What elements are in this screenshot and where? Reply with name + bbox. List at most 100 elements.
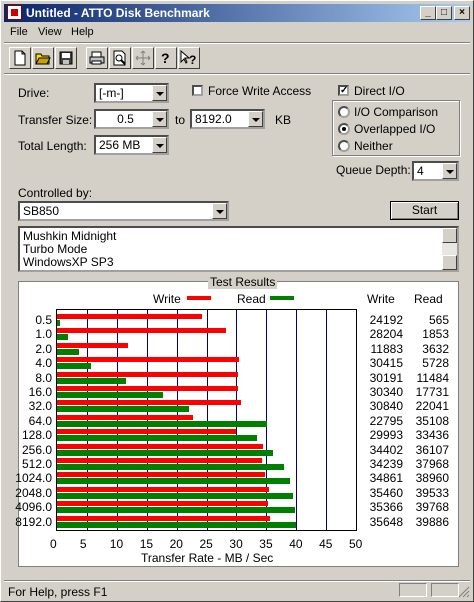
read-value: 38960 xyxy=(415,471,449,486)
scroll-up-arrow[interactable] xyxy=(442,228,457,243)
write-bar xyxy=(57,357,239,363)
io-comparison-label: I/O Comparison xyxy=(354,105,439,119)
x-tick-label: 10 xyxy=(109,537,124,551)
read-bar xyxy=(57,334,69,341)
read-bar xyxy=(57,406,189,413)
maximize-button[interactable]: □ xyxy=(436,6,452,20)
write-value: 28204 xyxy=(369,327,403,342)
x-tick-label: 0 xyxy=(50,537,57,551)
transfer-from-dropdown-arrow[interactable] xyxy=(152,111,167,127)
gridline xyxy=(296,310,298,530)
app-icon[interactable] xyxy=(7,5,22,20)
gridline xyxy=(326,310,328,530)
write-bar xyxy=(57,472,266,478)
write-value: 24192 xyxy=(369,313,403,327)
write-value: 35366 xyxy=(369,500,403,515)
write-bar xyxy=(57,486,270,492)
write-bar xyxy=(57,414,194,420)
to-label: to xyxy=(175,113,186,127)
read-bar xyxy=(57,492,294,499)
drive-label: Drive: xyxy=(18,86,50,100)
write-bar xyxy=(57,314,202,319)
x-tick-label: 45 xyxy=(319,537,333,551)
legend-write-swatch xyxy=(187,296,211,300)
description-line-3: WindowsXP SP3 xyxy=(23,255,114,269)
io-comparison-radio[interactable] xyxy=(338,106,350,118)
drive-dropdown-arrow[interactable] xyxy=(152,85,167,101)
open-button[interactable] xyxy=(32,47,54,69)
context-help-button[interactable]: ? xyxy=(178,47,200,69)
drive-select[interactable]: [-m-] xyxy=(94,83,169,103)
status-separator xyxy=(4,580,470,582)
close-button[interactable]: × xyxy=(454,6,470,20)
neither-label: Neither xyxy=(354,139,393,153)
write-bar xyxy=(57,515,271,521)
minimize-button[interactable]: _ xyxy=(420,6,436,20)
category-label: 1.0 xyxy=(35,327,52,342)
scroll-down-arrow[interactable] xyxy=(442,255,457,270)
queue-depth-dropdown-arrow[interactable] xyxy=(442,163,457,179)
read-bar xyxy=(57,507,295,514)
legend-read-swatch xyxy=(270,296,294,300)
open-folder-icon xyxy=(35,53,51,65)
controlled-by-dropdown-arrow[interactable] xyxy=(212,203,227,219)
direct-io-checkbox[interactable]: ✓ xyxy=(338,85,349,96)
transfer-size-to-select[interactable]: 8192.0 xyxy=(190,109,265,129)
write-bar xyxy=(57,342,129,348)
start-button[interactable]: Start xyxy=(390,201,459,220)
read-column-header: Read xyxy=(414,292,443,306)
queue-depth-value: 4 xyxy=(417,164,424,178)
read-value: 3632 xyxy=(422,341,449,356)
read-bar xyxy=(57,464,285,470)
read-bar xyxy=(57,478,290,485)
print-button[interactable] xyxy=(86,47,108,69)
description-textarea[interactable]: Mushkin Midnight Turbo Mode WindowsXP SP… xyxy=(18,226,459,272)
write-value: 35460 xyxy=(369,485,403,500)
queue-depth-select[interactable]: 4 xyxy=(412,161,459,181)
transfer-to-dropdown-arrow[interactable] xyxy=(248,111,263,127)
read-bar xyxy=(57,420,267,427)
menu-view[interactable]: View xyxy=(38,26,62,38)
new-button[interactable] xyxy=(9,47,31,69)
transfer-size-to-value: 8192.0 xyxy=(195,112,232,126)
application-window: Untitled - ATTO Disk Benchmark _ □ × Fil… xyxy=(0,0,474,602)
x-tick-label: 25 xyxy=(199,537,213,551)
description-scrollbar[interactable] xyxy=(442,228,457,270)
write-value: 22795 xyxy=(369,413,403,428)
total-length-dropdown-arrow[interactable] xyxy=(152,137,167,153)
save-button[interactable] xyxy=(55,47,77,69)
force-write-checkbox[interactable] xyxy=(192,85,203,96)
controlled-by-label: Controlled by: xyxy=(18,186,93,200)
menu-bar: File View Help xyxy=(4,23,470,41)
category-label: 1024.0 xyxy=(15,471,52,486)
description-line-2: Turbo Mode xyxy=(23,242,88,256)
controlled-by-select[interactable]: SB850 xyxy=(18,201,229,221)
save-disk-icon xyxy=(59,51,73,65)
menu-file[interactable]: File xyxy=(10,26,28,38)
menu-help[interactable]: Help xyxy=(71,26,94,38)
category-label: 128.0 xyxy=(21,428,52,443)
svg-text:?: ? xyxy=(161,50,170,66)
category-label: 0.5 xyxy=(35,313,52,327)
drive-value: [-m-] xyxy=(99,86,124,100)
neither-radio[interactable] xyxy=(338,140,350,152)
read-value: 17731 xyxy=(415,385,449,399)
print-preview-button[interactable] xyxy=(109,47,131,69)
resize-grip-icon[interactable] xyxy=(458,586,470,598)
write-value: 30840 xyxy=(369,399,403,414)
category-label: 64.0 xyxy=(28,413,52,428)
read-value: 1853 xyxy=(422,327,449,342)
read-bar xyxy=(57,363,92,370)
total-length-select[interactable]: 256 MB xyxy=(94,135,169,155)
transfer-size-from-select[interactable]: 0.5 xyxy=(94,109,169,129)
help-button[interactable]: ? xyxy=(155,47,177,69)
window-title: Untitled - ATTO Disk Benchmark xyxy=(26,6,210,20)
x-tick-label: 15 xyxy=(139,537,154,551)
legend-write-label: Write xyxy=(153,292,181,306)
x-tick-label: 35 xyxy=(259,537,273,551)
title-bar[interactable]: Untitled - ATTO Disk Benchmark _ □ × xyxy=(4,4,470,22)
category-label: 256.0 xyxy=(21,442,52,457)
overlapped-io-radio[interactable] xyxy=(338,123,350,135)
move-button[interactable] xyxy=(132,47,154,69)
total-length-label: Total Length: xyxy=(18,139,87,153)
